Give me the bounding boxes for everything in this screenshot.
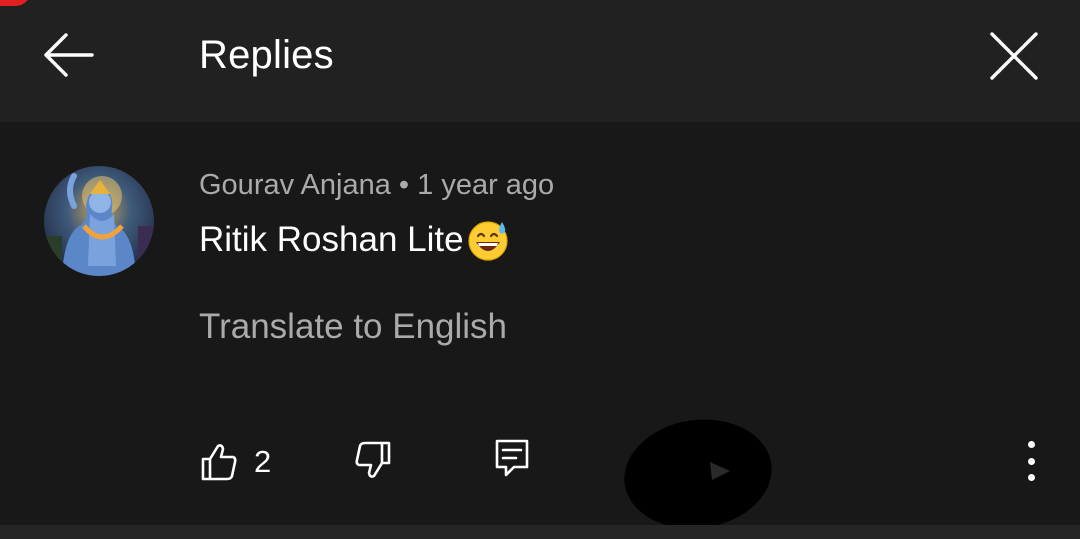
dislike-button[interactable]: [354, 440, 396, 484]
reply-button[interactable]: [494, 438, 534, 482]
grinning-face-with-sweat-emoji: [466, 218, 510, 262]
comment-age: 1 year ago: [417, 169, 555, 201]
page-title: Replies: [199, 33, 334, 77]
comment-item: Gourav Anjana • 1 year ago Ritik Roshan …: [0, 122, 1080, 538]
close-icon: [990, 32, 1038, 80]
back-button[interactable]: [38, 30, 98, 80]
translate-link[interactable]: Translate to English: [199, 307, 507, 347]
like-button[interactable]: 2: [200, 440, 271, 484]
more-options-button[interactable]: [1012, 437, 1050, 485]
avatar[interactable]: [44, 166, 154, 276]
bottom-divider: [0, 525, 1080, 539]
comment-body: Ritik Roshan Lite: [199, 218, 510, 262]
reply-icon: [495, 439, 529, 477]
arrow-left-icon: [44, 33, 94, 77]
author-name[interactable]: Gourav Anjana: [199, 169, 391, 201]
comment-meta: Gourav Anjana • 1 year ago: [199, 169, 554, 202]
redaction-arrow-mark: [710, 462, 730, 480]
close-button[interactable]: [984, 26, 1044, 86]
like-count: 2: [254, 444, 272, 479]
header-bar: Replies: [0, 0, 1080, 122]
thumbs-up-icon: [201, 444, 237, 481]
comment-text: Ritik Roshan Lite: [199, 220, 464, 259]
redaction-scribble: [617, 410, 779, 538]
replies-screen: Replies Gourav Anjana • 1 year ago Ritik…: [0, 0, 1080, 539]
notification-badge: [0, 0, 30, 6]
more-vertical-icon: [1027, 441, 1035, 448]
meta-separator: •: [398, 169, 410, 201]
thumbs-down-icon: [355, 441, 391, 478]
